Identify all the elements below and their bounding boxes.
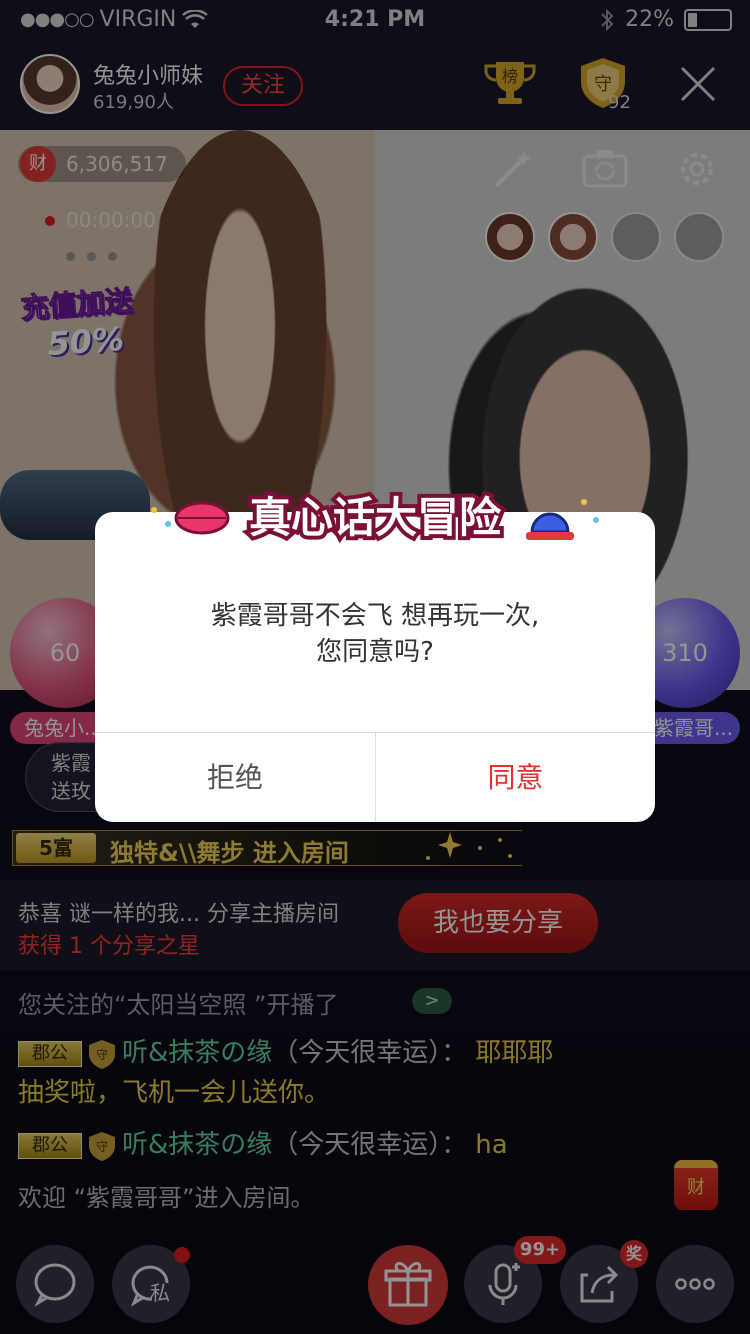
dialog-message: 紫霞哥哥不会飞 想再玩一次, 您同意吗? — [95, 598, 655, 670]
agree-button[interactable]: 同意 — [376, 733, 655, 822]
truth-or-dare-title-banner: 真心话大冒险 — [151, 489, 599, 546]
dialog-message-line2: 您同意吗? — [316, 637, 434, 667]
dialog-message-line1: 紫霞哥哥不会飞 想再玩一次, — [210, 601, 540, 631]
reject-button[interactable]: 拒绝 — [95, 733, 375, 822]
lips-icon — [174, 501, 230, 535]
dialog-title: 真心话大冒险 — [249, 493, 502, 542]
siren-icon — [526, 512, 574, 540]
